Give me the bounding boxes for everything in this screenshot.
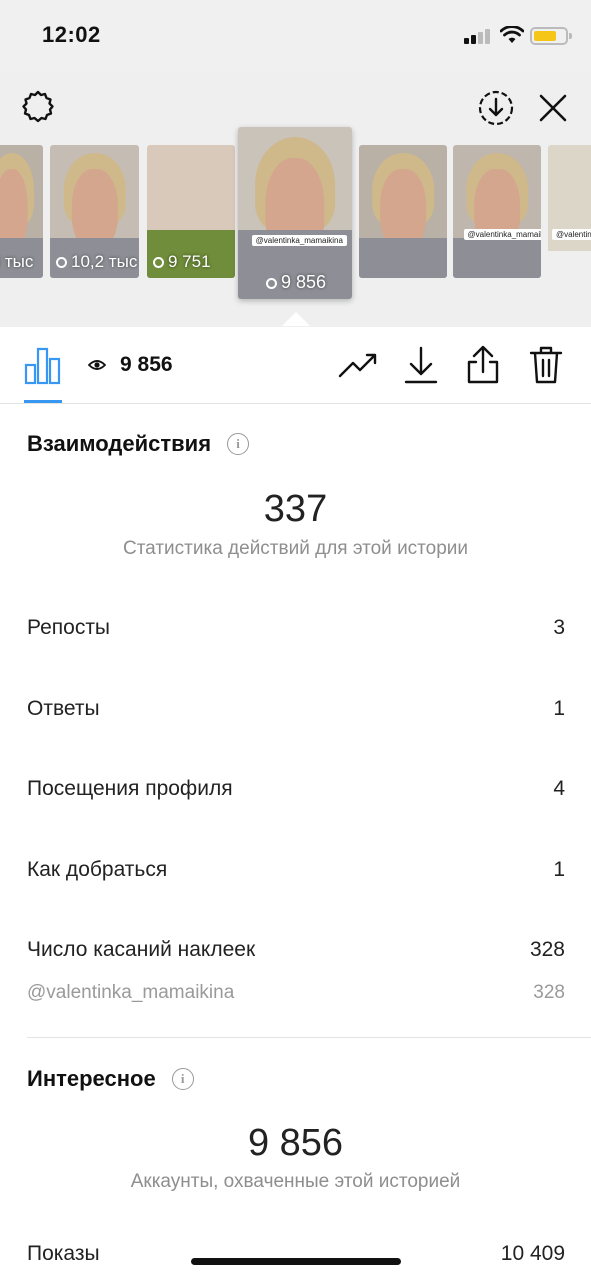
stat-row: Ответы 1 <box>27 697 565 721</box>
story-thumbnail[interactable]: ,6 тыс <box>0 145 43 278</box>
status-time: 12:02 <box>42 22 101 47</box>
story-views: 9 856 <box>266 272 326 293</box>
stat-sublabel: @valentinka_mamaikina <box>27 982 235 1003</box>
story-thumbnails: ,6 тыс 10,2 тыс 9 751 @valentinka_mamaik… <box>0 127 591 325</box>
stat-value: 3 <box>553 616 565 639</box>
save-icon <box>478 90 514 126</box>
eye-icon <box>153 257 164 268</box>
stat-value: 1 <box>553 858 565 881</box>
story-views: 9 751 <box>153 252 211 272</box>
info-icon[interactable]: i <box>227 433 250 455</box>
settings-button[interactable] <box>16 86 60 130</box>
section-divider <box>27 1037 591 1038</box>
stat-label: Репосты <box>27 616 111 639</box>
stat-label: Показы <box>27 1242 100 1265</box>
stat-value: 328 <box>529 938 565 961</box>
battery-icon <box>530 27 572 45</box>
trash-icon <box>529 346 563 384</box>
views-count: 9 856 <box>88 353 173 377</box>
info-icon[interactable]: i <box>171 1068 194 1090</box>
discovery-total: 9 856 <box>247 1122 344 1164</box>
story-thumbnail-active[interactable]: @valentinka_mamaikina 9 856 <box>238 127 352 299</box>
interactions-title: Взаимодействия i <box>27 431 250 457</box>
close-icon <box>539 94 567 122</box>
download-icon <box>404 346 438 384</box>
bar-chart-icon <box>24 347 61 385</box>
stat-value: 1 <box>553 697 565 720</box>
stat-row: Репосты 3 <box>27 616 565 640</box>
stat-subvalue: 328 <box>533 982 565 1003</box>
story-thumbnail[interactable]: @valentinka_mamaikina <box>453 145 541 278</box>
story-mention-tag: @valentinka <box>552 228 591 240</box>
stat-value: 10 409 <box>500 1242 565 1265</box>
discovery-title: Интересное i <box>27 1066 194 1092</box>
eye-icon <box>88 360 106 370</box>
stat-label: Число касаний наклеек <box>27 938 256 961</box>
discovery-description: Аккаунты, охваченные этой историей <box>130 1171 461 1192</box>
stat-label: Ответы <box>27 697 100 720</box>
signal-icon <box>464 28 492 44</box>
insights-tab[interactable] <box>24 345 62 385</box>
story-thumbnail[interactable] <box>359 145 447 278</box>
story-thumbnail[interactable]: @valentinka <box>548 145 591 278</box>
delete-button[interactable] <box>525 344 567 386</box>
wifi-icon <box>500 26 524 43</box>
stat-row: Как добраться 1 <box>27 858 565 882</box>
stat-subrow: @valentinka_mamaikina 328 <box>27 982 565 1004</box>
story-views: 10,2 тыс <box>56 252 137 272</box>
promote-button[interactable] <box>337 344 379 386</box>
share-icon <box>467 345 499 384</box>
stat-row: Число касаний наклеек 328 <box>27 938 565 962</box>
story-thumbnail[interactable]: 9 751 <box>147 145 235 278</box>
active-tab-indicator <box>24 400 62 403</box>
stat-label: Как добраться <box>27 858 168 881</box>
status-bar: 12:02 <box>0 0 591 72</box>
story-views: ,6 тыс <box>0 252 34 271</box>
active-story-pointer <box>282 312 310 326</box>
story-mention-tag: @valentinka_mamaikina <box>251 235 347 247</box>
stat-row: Посещения профиля 4 <box>27 777 565 801</box>
trend-icon <box>338 353 377 378</box>
eye-icon <box>56 257 67 268</box>
story-header: ,6 тыс 10,2 тыс 9 751 @valentinka_mamaik… <box>0 72 591 327</box>
close-button[interactable] <box>531 86 575 130</box>
interactions-description: Статистика действий для этой истории <box>122 538 469 559</box>
story-toolbar: 9 856 <box>0 327 591 404</box>
settings-icon <box>22 90 54 123</box>
story-mention-tag: @valentinka_mamaikina <box>463 228 541 240</box>
save-story-button[interactable] <box>474 86 518 130</box>
eye-icon <box>266 278 277 289</box>
home-indicator <box>191 1258 401 1265</box>
download-button[interactable] <box>400 344 442 386</box>
share-button[interactable] <box>462 344 504 386</box>
interactions-total: 337 <box>263 488 328 530</box>
story-thumbnail[interactable]: 10,2 тыс <box>50 145 139 278</box>
stat-label: Посещения профиля <box>27 777 233 800</box>
stat-value: 4 <box>553 777 565 800</box>
